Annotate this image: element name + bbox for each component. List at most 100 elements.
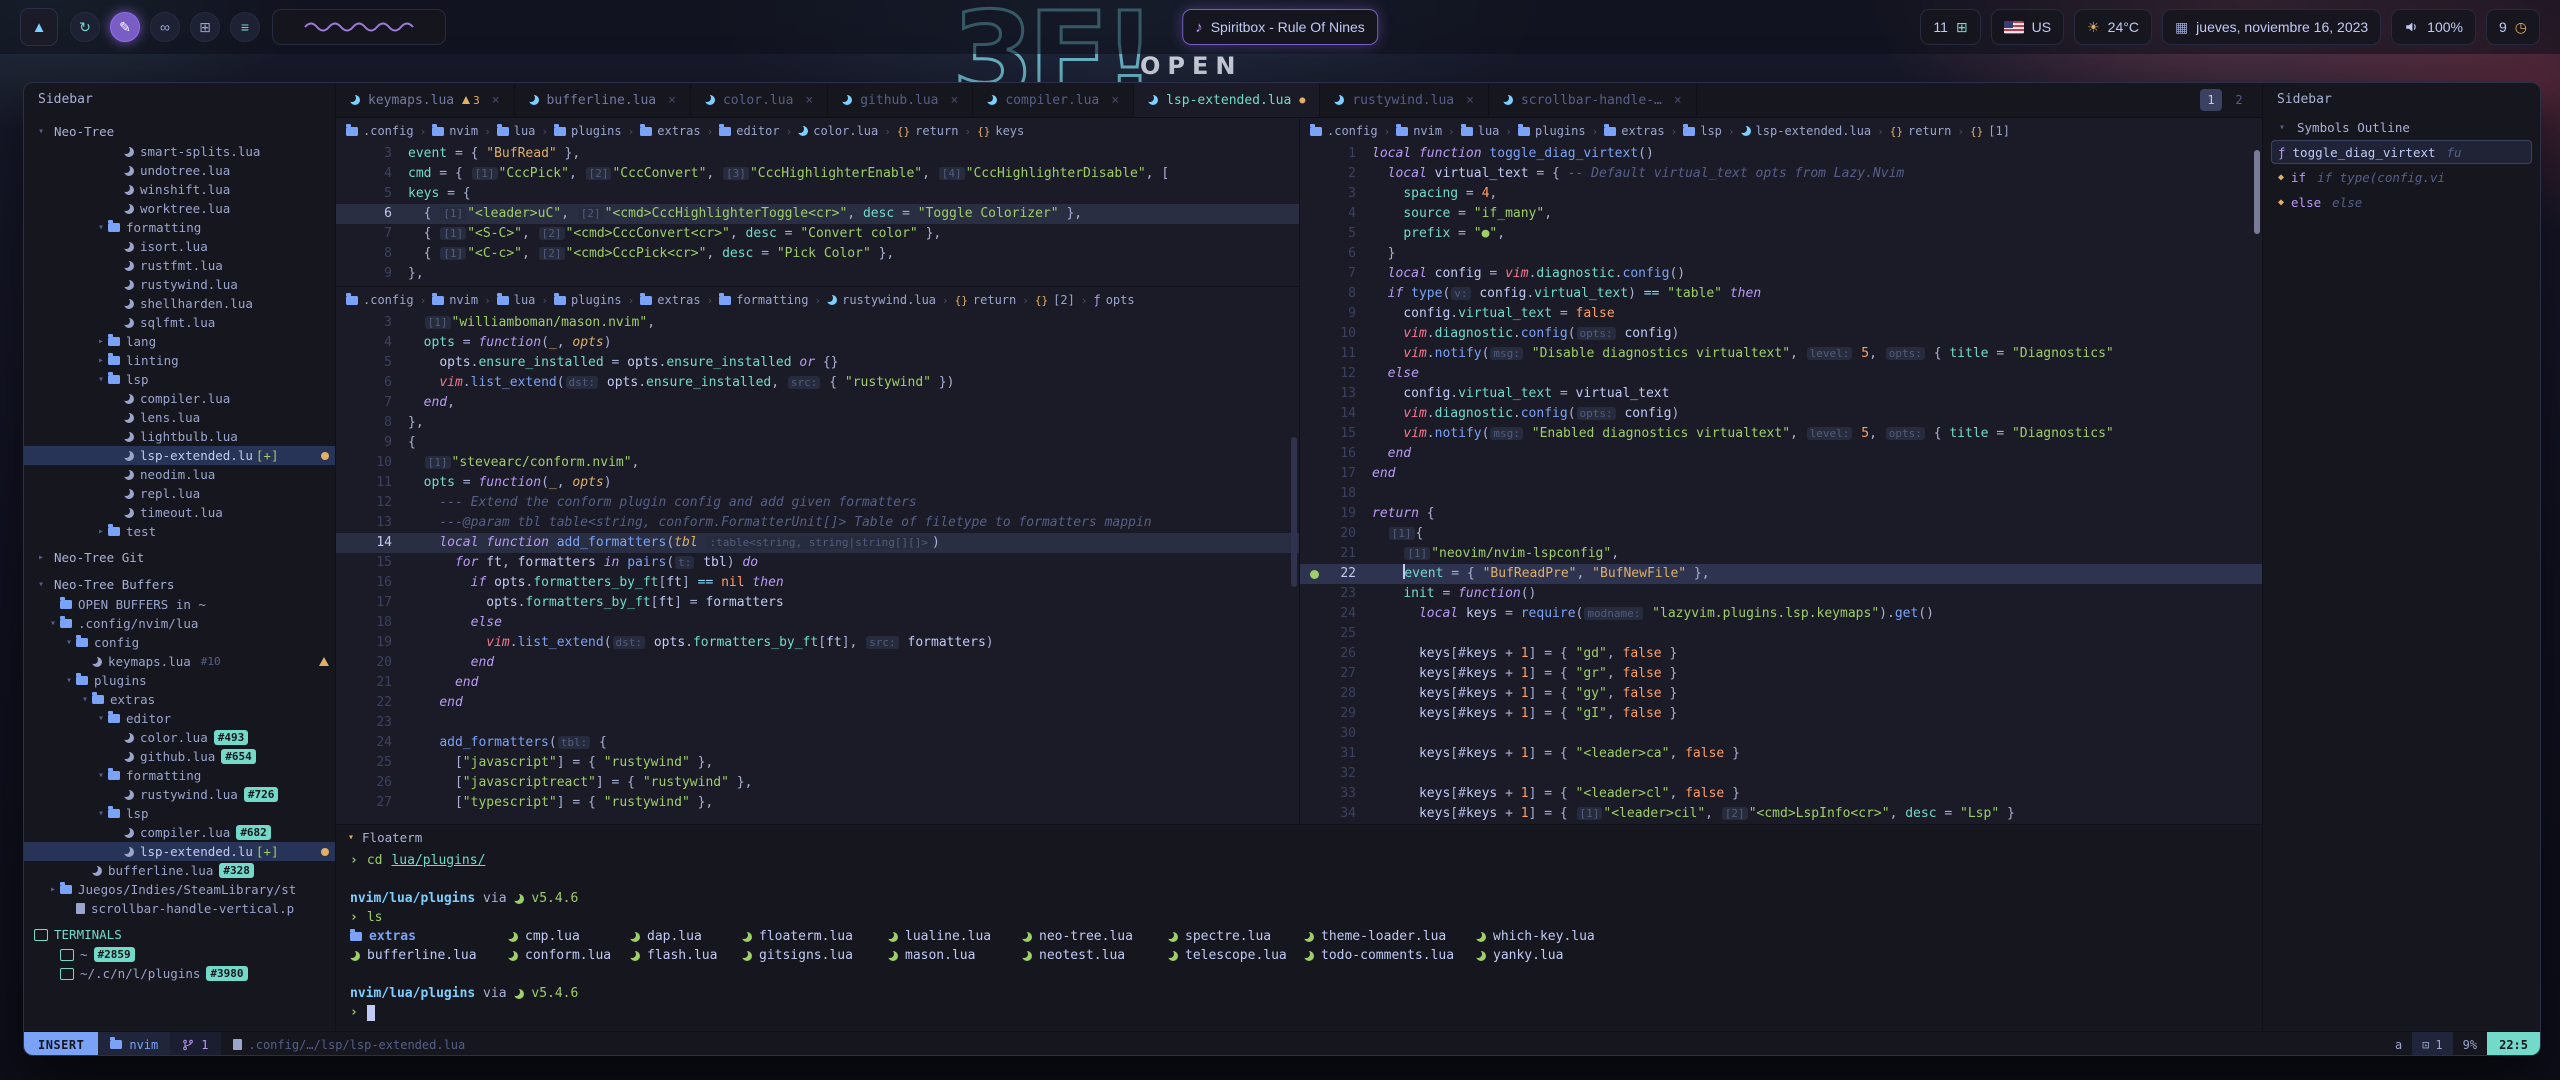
tab-rustywind.lua[interactable]: rustywind.lua× [1320, 83, 1489, 117]
tree-item[interactable]: color.lua#493 [24, 728, 335, 747]
breadcrumb-item[interactable]: plugins [554, 293, 622, 307]
tree-item[interactable]: timeout.lua [24, 503, 335, 522]
code-line[interactable]: 20 [1]{ [1300, 524, 2262, 544]
code-line[interactable]: 21 end [336, 673, 1299, 693]
code-line[interactable]: 7 { [1]"<S-C>", [2]"<cmd>CccConvert<cr>"… [336, 224, 1299, 244]
breadcrumb-item[interactable]: lsp [1683, 124, 1722, 138]
tab-color.lua[interactable]: color.lua× [691, 83, 828, 117]
code-line[interactable]: 24 add_formatters(tbl: { [336, 733, 1299, 753]
file-entry[interactable]: spectre.lua [1168, 927, 1304, 946]
code-line[interactable]: 14 local function add_formatters(tbl :ta… [336, 533, 1299, 553]
tree-item[interactable]: ~#2859 [24, 945, 335, 964]
code-line[interactable]: 3 spacing = 4, [1300, 184, 2262, 204]
code-area[interactable]: 3event = { "BufRead" },4cmd = { [1]"CccP… [336, 144, 1299, 284]
code-line[interactable]: 16 end [1300, 444, 2262, 464]
code-line[interactable]: 19return { [1300, 504, 2262, 524]
code-line[interactable]: 17 opts.formatters_by_ft[ft] = formatter… [336, 593, 1299, 613]
code-line[interactable]: 12 --- Extend the conform plugin config … [336, 493, 1299, 513]
breadcrumb-item[interactable]: extras [640, 293, 700, 307]
tree-item[interactable]: ▸linting [24, 351, 335, 370]
tree-item[interactable]: sqlfmt.lua [24, 313, 335, 332]
code-line[interactable]: 11 vim.notify(msg: "Disable diagnostics … [1300, 344, 2262, 364]
code-line[interactable]: 7 local config = vim.diagnostic.config() [1300, 264, 2262, 284]
code-line[interactable]: 12 else [1300, 364, 2262, 384]
outline-item[interactable]: ◆ifif type(config.vi [2271, 165, 2532, 189]
editor-pane-3[interactable]: .config›nvim›lua›plugins›extras›lsp›lsp-… [1300, 118, 2262, 824]
file-entry[interactable]: yanky.lua [1476, 946, 1626, 965]
code-line[interactable]: 24 local keys = require(modname: "lazyvi… [1300, 604, 2262, 624]
breadcrumb-item[interactable]: nvim [432, 124, 478, 138]
tree-item[interactable]: keymaps.lua#10 [24, 652, 335, 671]
keyboard-layout-widget[interactable]: US [1991, 9, 2064, 45]
tree-item[interactable]: lens.lua [24, 408, 335, 427]
code-line[interactable]: 9 config.virtual_text = false [1300, 304, 2262, 324]
tree-item[interactable]: ▾.config/nvim/lua [24, 614, 335, 633]
tree-item[interactable]: ▸test [24, 522, 335, 541]
code-line[interactable]: 16 if opts.formatters_by_ft[ft] == nil t… [336, 573, 1299, 593]
tree-item[interactable]: rustywind.lua#726 [24, 785, 335, 804]
tree-item[interactable]: smart-splits.lua [24, 142, 335, 161]
file-entry[interactable]: floaterm.lua [742, 927, 888, 946]
code-line[interactable]: 8 { [1]"<C-c>", [2]"<cmd>CccPick<cr>", d… [336, 244, 1299, 264]
editor-pane-2[interactable]: .config›nvim›lua›plugins›extras›formatti… [336, 287, 1299, 824]
tree-item[interactable]: rustfmt.lua [24, 256, 335, 275]
quick-button-4[interactable]: ⊞ [190, 12, 220, 42]
code-line[interactable]: 5 prefix = "●", [1300, 224, 2262, 244]
file-entry[interactable]: dap.lua [630, 927, 742, 946]
close-icon[interactable]: × [805, 93, 813, 108]
tree-item[interactable]: ▾lsp [24, 370, 335, 389]
code-line[interactable]: 6 vim.list_extend(dst: opts.ensure_insta… [336, 373, 1299, 393]
tab-keymaps.lua[interactable]: keymaps.lua3× [336, 83, 515, 117]
tree-item[interactable]: OPEN BUFFERS in ~ [24, 595, 335, 614]
code-line[interactable]: 6 { [1]"<leader>uC", [2]"<cmd>CccHighlig… [336, 204, 1299, 224]
tree-item[interactable]: repl.lua [24, 484, 335, 503]
file-entry[interactable]: cmp.lua [508, 927, 630, 946]
tree-item[interactable]: isort.lua [24, 237, 335, 256]
code-line[interactable]: 30 [1300, 724, 2262, 744]
quick-button-3[interactable]: ∞ [150, 12, 180, 42]
close-icon[interactable]: × [492, 93, 500, 108]
close-icon[interactable]: × [1674, 93, 1682, 108]
tree-item[interactable]: shellharden.lua [24, 294, 335, 313]
breadcrumb-item[interactable]: formatting [719, 293, 808, 307]
code-line[interactable]: 32 [1300, 764, 2262, 784]
quick-button-5[interactable]: ≡ [230, 12, 260, 42]
section-header-Neo-Tree Buffers[interactable]: ▾Neo-Tree Buffers [24, 574, 335, 595]
tree-item[interactable]: undotree.lua [24, 161, 335, 180]
section-header-TERMINALS[interactable]: TERMINALS [24, 924, 335, 945]
breadcrumb-item[interactable]: color.lua [798, 124, 878, 138]
breadcrumb-item[interactable]: {}[2] [1035, 293, 1075, 307]
tab-github.lua[interactable]: github.lua× [828, 83, 973, 117]
breadcrumb-item[interactable]: .config [1310, 124, 1378, 138]
close-icon[interactable]: × [1466, 93, 1474, 108]
tree-item[interactable]: lsp-extended.lu[+] [24, 842, 335, 861]
breadcrumb-item[interactable]: {}return [955, 293, 1017, 307]
terminal-output[interactable]: ›cdlua/plugins/nvim/lua/plugins via v5.4… [336, 849, 2262, 1031]
tab-compiler.lua[interactable]: compiler.lua× [973, 83, 1134, 117]
quick-button-1[interactable]: ↻ [70, 12, 100, 42]
tree-item[interactable]: ▸lang [24, 332, 335, 351]
code-line[interactable]: 33 keys[#keys + 1] = { "<leader>cl", fal… [1300, 784, 2262, 804]
code-line[interactable]: 9{ [336, 433, 1299, 453]
breadcrumb-item[interactable]: editor [719, 124, 779, 138]
tree-item[interactable]: github.lua#654 [24, 747, 335, 766]
code-line[interactable]: 13 config.virtual_text = virtual_text [1300, 384, 2262, 404]
outline-item[interactable]: ƒtoggle_diag_virtextfu [2271, 140, 2532, 164]
file-entry[interactable]: gitsigns.lua [742, 946, 888, 965]
code-line[interactable]: 18 else [336, 613, 1299, 633]
file-entry[interactable]: extras [350, 927, 508, 946]
code-line[interactable]: 3 [1]"williamboman/mason.nvim", [336, 313, 1299, 333]
close-icon[interactable]: × [668, 93, 676, 108]
tree-item[interactable]: ▾config [24, 633, 335, 652]
breadcrumb-item[interactable]: {}[1] [1970, 124, 2010, 138]
tree-item[interactable]: ▾lsp [24, 804, 335, 823]
tabpage-1[interactable]: 1 [2200, 89, 2222, 111]
file-entry[interactable]: theme-loader.lua [1304, 927, 1476, 946]
code-area[interactable]: 3 [1]"williamboman/mason.nvim",4 opts = … [336, 313, 1299, 813]
breadcrumb-item[interactable]: .config [346, 293, 414, 307]
section-header-Neo-Tree[interactable]: ▾Neo-Tree [24, 121, 335, 142]
breadcrumb-item[interactable]: extras [640, 124, 700, 138]
window-count-widget[interactable]: 11 ⊞ [1920, 9, 1980, 45]
tree-item[interactable]: lsp-extended.lu[+] [24, 446, 335, 465]
code-line[interactable]: 4 source = "if_many", [1300, 204, 2262, 224]
